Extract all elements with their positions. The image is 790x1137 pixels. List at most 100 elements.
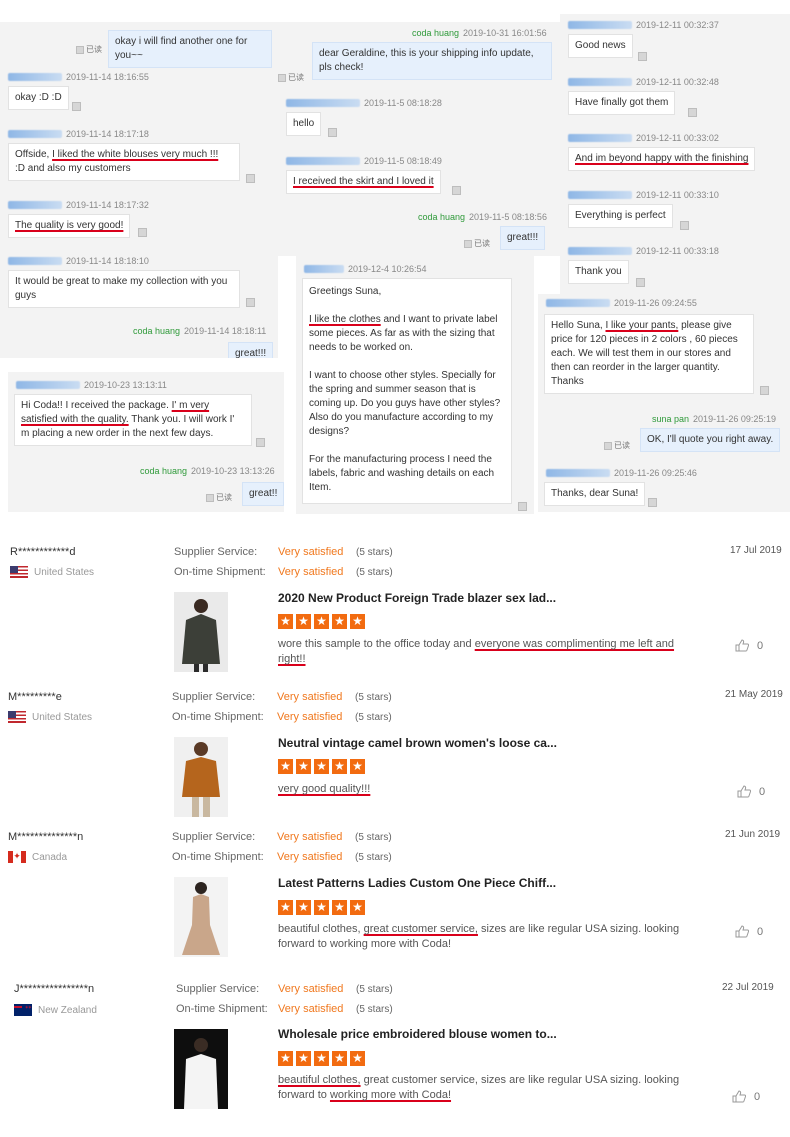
review-item: R************d United States Supplier Se… (0, 540, 790, 680)
checkbox-icon (256, 438, 265, 447)
chat-message: Thank you (568, 260, 629, 284)
ontime-value: Very satisfied (277, 711, 343, 723)
chat-message: And im beyond happy with the finishing (568, 147, 756, 171)
message-meta: suna pan 2019-11-26 09:25:19 (652, 414, 776, 424)
message-meta: 2019-10-23 13:13:11 (16, 380, 167, 390)
chat-message: Offside, I liked the white blouses very … (8, 143, 240, 181)
product-title[interactable]: Latest Patterns Ladies Custom One Piece … (278, 876, 556, 890)
chat-message: okay :D :D (8, 86, 69, 110)
message-meta: 2019-11-5 08:18:28 (286, 98, 442, 108)
review-date: 21 May 2019 (725, 689, 783, 700)
thumbs-up-icon (735, 639, 749, 652)
product-image[interactable] (174, 1029, 228, 1109)
chat-message: OK, I'll quote you right away. (640, 428, 781, 452)
chat-message: Good news (568, 34, 633, 58)
review-date: 22 Jul 2019 (722, 982, 774, 993)
reviewer-country: United States (8, 711, 92, 723)
us-flag-icon (10, 566, 28, 578)
ontime-label: On-time Shipment: (172, 851, 264, 863)
rating-stars: ★ ★ ★ ★ ★ (278, 614, 365, 629)
star-icon: ★ (350, 614, 365, 629)
message-meta: coda huang 2019-10-31 16:01:56 (412, 28, 547, 38)
chat-message: Thanks, dear Suna! (544, 482, 646, 506)
product-image[interactable] (174, 877, 228, 957)
star-icon: ★ (314, 759, 329, 774)
reviewer-country: Canada (8, 850, 67, 863)
message-meta: 2019-11-26 09:24:55 (546, 298, 697, 308)
product-title[interactable]: Neutral vintage camel brown women's loos… (278, 736, 557, 750)
chat-message: great!!! (500, 226, 546, 250)
chat-message: It would be great to make my collection … (8, 270, 240, 308)
star-icon: ★ (296, 900, 311, 915)
supplier-service-label: Supplier Service: (172, 831, 256, 843)
star-icon: ★ (278, 1051, 293, 1066)
checkbox-icon (636, 278, 645, 287)
checkbox-icon (72, 102, 81, 111)
chat-message: The quality is very good! (8, 214, 131, 238)
ontime-label: On-time Shipment: (174, 566, 266, 578)
supplier-service-label: Supplier Service: (172, 691, 256, 703)
supplier-service-stars: (5 stars) (356, 984, 393, 995)
reviewer-name: J****************n (14, 983, 95, 995)
chat-panel-2: coda huang 2019-10-31 16:01:56 dear Geral… (278, 22, 560, 256)
thumbs-up-icon (737, 785, 751, 798)
star-icon: ★ (314, 1051, 329, 1066)
checkbox-icon (246, 174, 255, 183)
review-text: wore this sample to the office today and… (278, 638, 675, 665)
checkbox-icon (688, 108, 697, 117)
reviewer-name: R************d (10, 546, 76, 558)
chat-message: great!! (242, 482, 284, 506)
review-item: M*********e United States Supplier Servi… (0, 685, 790, 825)
star-icon: ★ (296, 1051, 311, 1066)
star-icon: ★ (278, 900, 293, 915)
ontime-stars: (5 stars) (356, 1004, 393, 1015)
supplier-service-value: Very satisfied (277, 691, 343, 703)
star-icon: ★ (278, 759, 293, 774)
checkbox-icon (76, 45, 84, 54)
checkbox-icon (680, 221, 689, 230)
rating-stars: ★ ★ ★ ★ ★ (278, 759, 365, 774)
ontime-stars: (5 stars) (356, 567, 393, 578)
like-button[interactable]: 0 (735, 925, 763, 938)
product-image[interactable] (174, 737, 228, 817)
read-status: 已读 (76, 44, 102, 55)
reviewer-name: M*********e (8, 691, 62, 703)
like-button[interactable]: 0 (732, 1090, 760, 1103)
supplier-service-value: Very satisfied (278, 983, 344, 995)
ontime-value: Very satisfied (277, 851, 343, 863)
chat-panel-6: 2019-11-26 09:24:55 Hello Suna, I like y… (538, 294, 790, 512)
message-meta: 2019-11-14 18:17:32 (8, 200, 149, 210)
review-date: 17 Jul 2019 (730, 545, 782, 556)
ontime-stars: (5 stars) (355, 852, 392, 863)
product-title[interactable]: 2020 New Product Foreign Trade blazer se… (278, 591, 556, 605)
like-button[interactable]: 0 (735, 639, 763, 652)
star-icon: ★ (332, 614, 347, 629)
message-meta: 2019-12-4 10:26:54 (304, 264, 427, 274)
supplier-service-stars: (5 stars) (355, 692, 392, 703)
thumbs-up-icon (735, 925, 749, 938)
review-item: M**************n Canada Supplier Service… (0, 825, 790, 975)
supplier-service-stars: (5 stars) (355, 832, 392, 843)
star-icon: ★ (314, 614, 329, 629)
message-meta: coda huang 2019-10-23 13:13:26 (140, 466, 275, 476)
chat-message: hello (286, 112, 322, 136)
star-icon: ★ (278, 614, 293, 629)
star-icon: ★ (314, 900, 329, 915)
checkbox-icon (760, 386, 769, 395)
like-button[interactable]: 0 (737, 785, 765, 798)
checkbox-icon (138, 228, 147, 237)
supplier-service-value: Very satisfied (278, 546, 344, 558)
message-meta: 2019-12-11 00:32:48 (568, 77, 719, 87)
checkbox-icon (278, 73, 286, 82)
star-icon: ★ (332, 900, 347, 915)
thumbs-up-icon (732, 1090, 746, 1103)
review-text: beautiful clothes, great customer servic… (278, 923, 680, 950)
chat-panel-5: 2019-12-4 10:26:54 Greetings Suna, I lik… (296, 256, 534, 514)
chat-panel-4: 2019-10-23 13:13:11 Hi Coda!! I received… (8, 372, 284, 512)
ontime-label: On-time Shipment: (172, 711, 264, 723)
ontime-value: Very satisfied (278, 566, 344, 578)
chat-panel-1: okay i will find another one for you~~ 已… (0, 22, 278, 358)
product-title[interactable]: Wholesale price embroidered blouse women… (278, 1027, 557, 1041)
product-image[interactable] (174, 592, 228, 672)
star-icon: ★ (350, 900, 365, 915)
